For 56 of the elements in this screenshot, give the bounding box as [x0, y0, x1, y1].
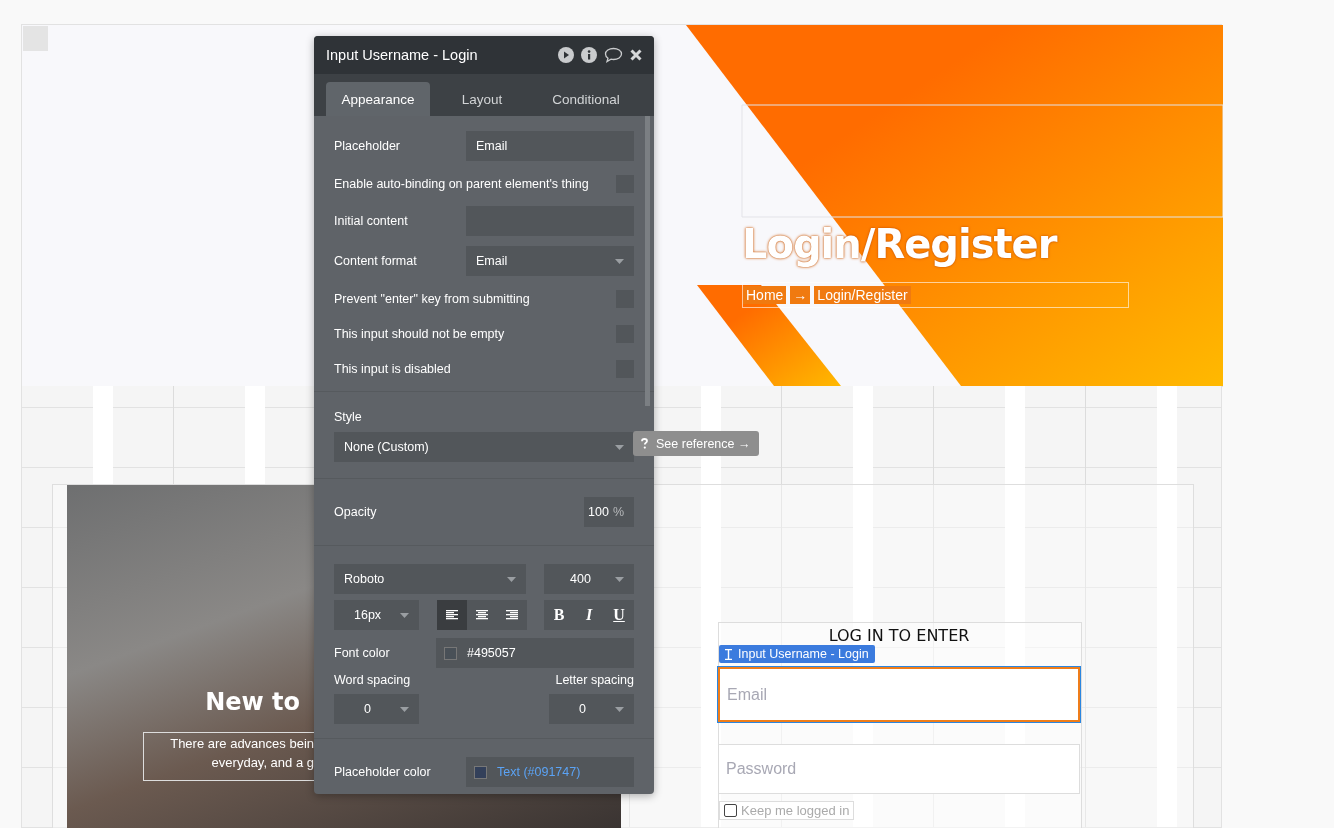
text-align-icon [505, 609, 518, 621]
field-label: Word spacing [334, 673, 411, 687]
checkbox-label: This input is disabled [334, 361, 451, 376]
tooltip-text: See reference → [656, 436, 751, 451]
form-title: LOG IN TO ENTER [827, 626, 971, 645]
info-icon[interactable] [581, 47, 597, 63]
text-style-button[interactable]: U [604, 600, 634, 630]
color-swatch [444, 646, 457, 660]
word-spacing-dropdown[interactable]: 0 [334, 694, 419, 724]
checkbox-label: Prevent "enter" key from submitting [334, 291, 530, 306]
align-button[interactable] [436, 600, 467, 630]
dropdown[interactable]: None (Custom) [334, 432, 634, 462]
field-label: Placeholder [334, 139, 400, 153]
caret-icon [400, 612, 409, 618]
caret-icon [615, 706, 624, 712]
play-icon[interactable] [558, 47, 574, 63]
panel-tab[interactable]: Layout [430, 82, 534, 116]
checkbox-label: This input should not be empty [334, 326, 505, 341]
field-label: Placeholder color [334, 765, 431, 779]
text-cursor-icon [725, 648, 732, 660]
field-label: Content format [334, 254, 417, 268]
text-align-icon [475, 609, 488, 621]
field-label: Style [334, 410, 363, 424]
caret-icon [615, 258, 624, 264]
scrollbar[interactable] [645, 116, 650, 406]
font-dropdown[interactable]: Roboto [334, 564, 526, 594]
caret-icon [507, 576, 516, 582]
opacity-input[interactable]: 100 % [584, 497, 634, 527]
dropdown[interactable]: Email [466, 246, 634, 276]
checkbox-label: Keep me logged in [741, 803, 850, 818]
size-dropdown[interactable]: 16px [334, 600, 419, 630]
checkbox-label: Enable auto-binding on parent element's thing [334, 176, 589, 191]
text-style-button[interactable]: B [544, 600, 574, 630]
text-input[interactable]: Email [466, 131, 634, 161]
text-style-button[interactable]: I [574, 600, 604, 630]
field-label: Font color [334, 646, 390, 660]
weight-dropdown[interactable]: 400 [544, 564, 634, 594]
field-label: Letter spacing [555, 673, 634, 687]
panel-tab[interactable]: Conditional [534, 82, 638, 116]
field-label: Opacity [334, 505, 377, 519]
panel-title: Input Username - Login [326, 47, 478, 63]
caret-icon [615, 444, 624, 450]
text-align-icon [445, 609, 458, 621]
panel-tab[interactable]: Appearance [326, 82, 430, 116]
question-icon [641, 438, 648, 449]
caret-icon [400, 706, 409, 712]
element-label-text: Input Username - Login [738, 647, 869, 661]
color-swatch [474, 765, 487, 779]
promo-title: New to [204, 688, 300, 716]
letter-spacing-dropdown[interactable]: 0 [549, 694, 634, 724]
checkbox[interactable] [724, 804, 737, 817]
comment-icon[interactable] [604, 47, 623, 63]
caret-icon [615, 576, 624, 582]
close-icon[interactable] [630, 49, 642, 61]
field-label: Initial content [334, 214, 408, 228]
color-input[interactable]: #495057 [436, 638, 634, 668]
